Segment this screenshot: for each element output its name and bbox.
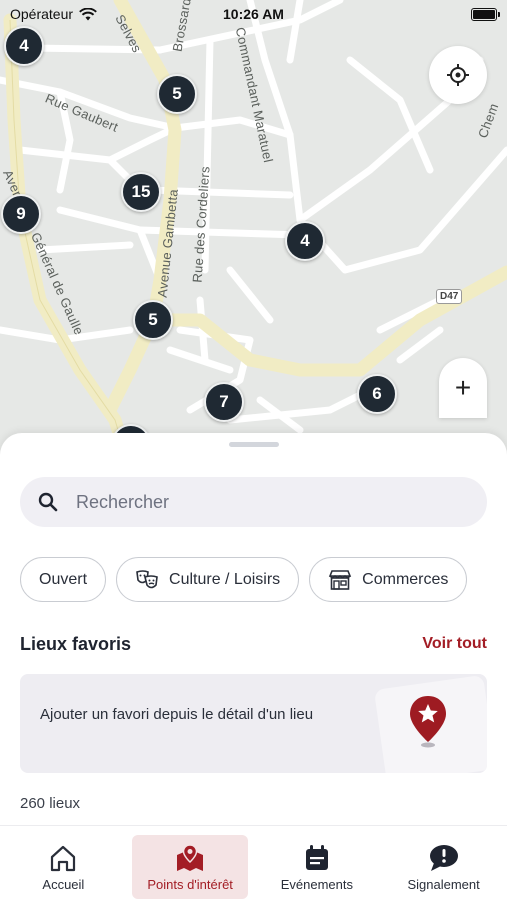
report-bubble-icon	[429, 845, 458, 871]
tab-bar: Accueil Points d'intérêt Evénements Sign…	[0, 825, 507, 900]
tab-evenements[interactable]: Evénements	[259, 835, 375, 899]
home-icon	[51, 845, 76, 872]
tab-accueil[interactable]: Accueil	[5, 835, 121, 899]
favorites-empty-card: Ajouter un favori depuis le détail d'un …	[20, 674, 487, 773]
sheet-grabber-handle[interactable]	[229, 442, 279, 447]
crosshair-icon	[447, 64, 469, 86]
battery-icon	[471, 7, 500, 21]
tab-points-interet[interactable]: Points d'intérêt	[132, 835, 249, 899]
filter-chip-label: Ouvert	[39, 570, 88, 588]
filter-chip-ouvert[interactable]: Ouvert	[20, 557, 107, 602]
theater-masks-icon	[136, 569, 158, 588]
filter-chip-culture-loisirs[interactable]: Culture / Loisirs	[116, 557, 300, 602]
carrier-label: Opérateur	[10, 6, 74, 22]
map-cluster-marker[interactable]: 6	[357, 374, 397, 414]
places-count: 260 lieux	[20, 795, 81, 812]
map-cluster-marker[interactable]: 4	[4, 26, 44, 66]
locate-me-button[interactable]	[429, 46, 487, 104]
favorites-title: Lieux favoris	[20, 634, 132, 654]
wifi-icon	[79, 7, 97, 20]
zoom-in-button[interactable]: +	[439, 358, 487, 418]
filter-chip-label: Commerces	[362, 570, 449, 588]
calendar-icon	[305, 845, 328, 870]
clock-label: 10:26 AM	[223, 6, 284, 22]
map-view[interactable]: Rue Gaubert Avenue Gambetta Rue des Cord…	[0, 0, 507, 470]
search-icon	[38, 492, 58, 512]
map-cluster-marker[interactable]: 9	[1, 194, 41, 234]
filter-chip-label: Culture / Loisirs	[169, 570, 281, 588]
tab-label: Signalement	[407, 877, 480, 892]
tab-signalement[interactable]: Signalement	[386, 835, 502, 899]
favorites-empty-text: Ajouter un favori depuis le détail d'un …	[40, 706, 314, 723]
tab-label: Evénements	[280, 877, 353, 892]
search-bar[interactable]	[20, 477, 487, 527]
map-cluster-marker[interactable]: 4	[285, 221, 325, 261]
map-cluster-marker[interactable]: 5	[133, 300, 173, 340]
map-cluster-marker[interactable]: 7	[204, 382, 244, 422]
store-icon	[328, 569, 352, 590]
search-input[interactable]	[76, 491, 436, 513]
road-badge-d47: D47	[436, 289, 463, 304]
map-cluster-marker[interactable]: 5	[157, 74, 197, 114]
favorite-pin-icon	[410, 696, 446, 748]
tab-label: Points d'intérêt	[147, 877, 233, 892]
filter-chip-commerces[interactable]: Commerces	[309, 557, 468, 602]
status-bar: Opérateur 10:26 AM	[0, 0, 507, 28]
tab-label: Accueil	[42, 877, 85, 892]
filter-chips: Ouvert Culture / Loisirs Commerces	[20, 557, 468, 602]
favorites-see-all-link[interactable]: Voir tout	[422, 635, 487, 653]
map-cluster-marker[interactable]: 15	[121, 172, 161, 212]
map-pins-icon	[177, 844, 204, 871]
